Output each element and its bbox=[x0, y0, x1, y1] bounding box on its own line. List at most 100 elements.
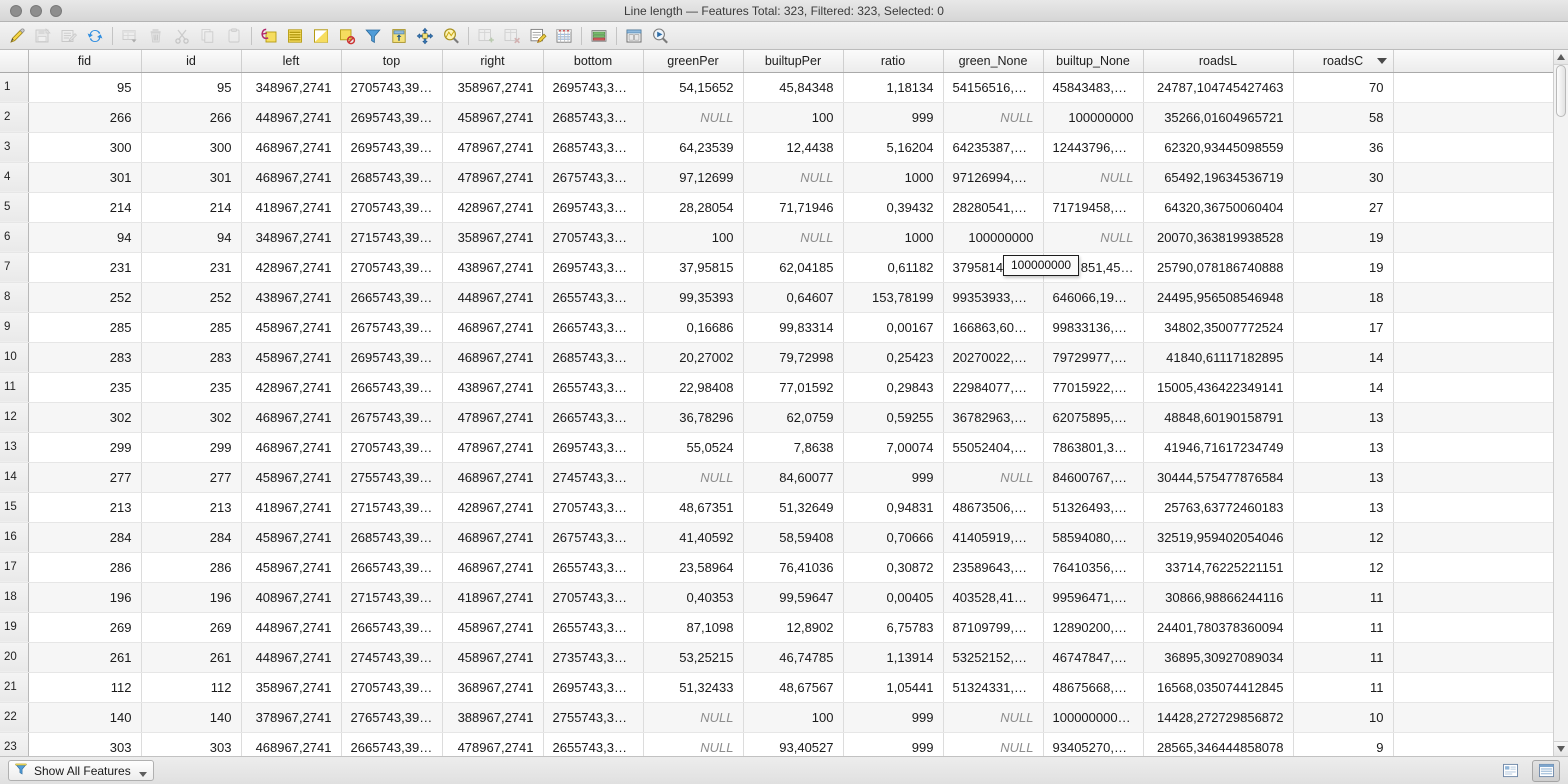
cell-fid[interactable]: 300 bbox=[28, 132, 142, 163]
cell-top[interactable]: 2715743,3923 bbox=[341, 222, 443, 253]
cell-left[interactable]: 448967,2741 bbox=[241, 102, 342, 133]
cell-right[interactable]: 438967,2741 bbox=[442, 372, 544, 403]
cell-greenPer[interactable]: 23,58964 bbox=[643, 552, 744, 583]
cell-fid[interactable]: 269 bbox=[28, 612, 142, 643]
row-number[interactable]: 21 bbox=[0, 672, 29, 703]
cell-builtup_None[interactable]: 100000000 bbox=[1043, 102, 1144, 133]
cell-ratio[interactable]: 999 bbox=[843, 102, 944, 133]
cell-id[interactable]: 303 bbox=[141, 732, 242, 756]
cell-ratio[interactable]: 0,30872 bbox=[843, 552, 944, 583]
cell-roadsL[interactable]: 20070,363819938528 bbox=[1143, 222, 1294, 253]
row-number[interactable]: 16 bbox=[0, 522, 29, 553]
cell-bottom[interactable]: 2685743,3923 bbox=[543, 132, 644, 163]
cell-roadsC[interactable]: 13 bbox=[1293, 432, 1394, 463]
cell-id[interactable]: 269 bbox=[141, 612, 242, 643]
column-header-ratio[interactable]: ratio bbox=[843, 50, 944, 73]
cell-builtup_None[interactable]: 76410356,99… bbox=[1043, 552, 1144, 583]
cell-bottom[interactable]: 2755743,3923 bbox=[543, 702, 644, 733]
cell-roadsL[interactable]: 36895,30927089034 bbox=[1143, 642, 1294, 673]
cell-roadsC[interactable]: 36 bbox=[1293, 132, 1394, 163]
column-header-bottom[interactable]: bottom bbox=[543, 50, 644, 73]
cell-roadsL[interactable]: 62320,93445098559 bbox=[1143, 132, 1294, 163]
row-number[interactable]: 6 bbox=[0, 222, 29, 253]
cell-left[interactable]: 458967,2741 bbox=[241, 522, 342, 553]
cell-builtup_None[interactable]: 99833136,39… bbox=[1043, 312, 1144, 343]
minimize-button[interactable] bbox=[30, 4, 42, 17]
cell-ratio[interactable]: 1000 bbox=[843, 222, 944, 253]
cell-roadsL[interactable]: 25763,63772460183 bbox=[1143, 492, 1294, 523]
cell-builtupPer[interactable]: 48,67567 bbox=[743, 672, 844, 703]
cell-bottom[interactable]: 2705743,3923 bbox=[543, 582, 644, 613]
cell-green_None[interactable]: 64235387,79… bbox=[943, 132, 1044, 163]
cell-roadsC[interactable]: 13 bbox=[1293, 462, 1394, 493]
cell-roadsL[interactable]: 65492,19634536719 bbox=[1143, 162, 1294, 193]
cell-top[interactable]: 2705743,3923 bbox=[341, 252, 443, 283]
cell-right[interactable]: 468967,2741 bbox=[442, 342, 544, 373]
cell-bottom[interactable]: 2685743,3923 bbox=[543, 102, 644, 133]
cell-builtup_None[interactable]: 46747847,58… bbox=[1043, 642, 1144, 673]
attribute-table[interactable]: fid id left top right bottom greenPer builtupPe… bbox=[0, 50, 1553, 756]
row-number[interactable]: 3 bbox=[0, 132, 29, 163]
cell-id[interactable]: 277 bbox=[141, 462, 242, 493]
cell-roadsC[interactable]: 70 bbox=[1293, 72, 1394, 103]
cell-builtup_None[interactable]: 71719458,32… bbox=[1043, 192, 1144, 223]
cell-greenPer[interactable]: 54,15652 bbox=[643, 72, 744, 103]
cell-greenPer[interactable]: 100 bbox=[643, 222, 744, 253]
table-row[interactable]: 10 283 283 458967,2741 2695743,3923 468967,27… bbox=[0, 342, 1553, 373]
cell-builtup_None[interactable]: 12443796,24… bbox=[1043, 132, 1144, 163]
cell-fid[interactable]: 301 bbox=[28, 162, 142, 193]
cell-right[interactable]: 458967,2741 bbox=[442, 642, 544, 673]
cell-roadsC[interactable]: 27 bbox=[1293, 192, 1394, 223]
cell-builtup_None[interactable]: NULL bbox=[1043, 222, 1144, 253]
cell-fid[interactable]: 235 bbox=[28, 372, 142, 403]
row-number[interactable]: 20 bbox=[0, 642, 29, 673]
select-all-icon[interactable] bbox=[282, 24, 308, 48]
cell-builtup_None[interactable]: 99596471,58… bbox=[1043, 582, 1144, 613]
cell-bottom[interactable]: 2695743,3923 bbox=[543, 672, 644, 703]
cell-id[interactable]: 231 bbox=[141, 252, 242, 283]
cell-green_None[interactable]: 51324331,78… bbox=[943, 672, 1044, 703]
cell-roadsL[interactable]: 16568,035074412845 bbox=[1143, 672, 1294, 703]
table-row[interactable]: 23 303 303 468967,2741 2665743,3923 478967,27… bbox=[0, 732, 1553, 756]
cell-green_None[interactable]: 53252152,41… bbox=[943, 642, 1044, 673]
corner-header[interactable] bbox=[0, 50, 29, 73]
cell-builtup_None[interactable]: 100000000,0… bbox=[1043, 702, 1144, 733]
cell-fid[interactable]: 196 bbox=[28, 582, 142, 613]
column-header-top[interactable]: top bbox=[341, 50, 443, 73]
row-number[interactable]: 11 bbox=[0, 372, 29, 403]
cell-green_None[interactable]: 55052404,4… bbox=[943, 432, 1044, 463]
cell-left[interactable]: 438967,2741 bbox=[241, 282, 342, 313]
cell-green_None[interactable]: NULL bbox=[943, 102, 1044, 133]
cell-right[interactable]: 368967,2741 bbox=[442, 672, 544, 703]
cell-roadsC[interactable]: 14 bbox=[1293, 342, 1394, 373]
cell-right[interactable]: 428967,2741 bbox=[442, 492, 544, 523]
cell-id[interactable]: 301 bbox=[141, 162, 242, 193]
cell-bottom[interactable]: 2655743,3923 bbox=[543, 552, 644, 583]
cell-roadsL[interactable]: 24401,780378360094 bbox=[1143, 612, 1294, 643]
row-number[interactable]: 2 bbox=[0, 102, 29, 133]
cell-left[interactable]: 428967,2741 bbox=[241, 252, 342, 283]
table-row[interactable]: 20 261 261 448967,2741 2745743,3923 458967,27… bbox=[0, 642, 1553, 673]
row-number[interactable]: 7 bbox=[0, 252, 29, 283]
cell-fid[interactable]: 266 bbox=[28, 102, 142, 133]
cell-top[interactable]: 2665743,3923 bbox=[341, 282, 443, 313]
cell-id[interactable]: 266 bbox=[141, 102, 242, 133]
cell-roadsL[interactable]: 48848,60190158791 bbox=[1143, 402, 1294, 433]
cell-id[interactable]: 286 bbox=[141, 552, 242, 583]
cell-left[interactable]: 458967,2741 bbox=[241, 462, 342, 493]
cell-builtup_None[interactable]: 84600767,85… bbox=[1043, 462, 1144, 493]
cell-fid[interactable]: 213 bbox=[28, 492, 142, 523]
column-header-right[interactable]: right bbox=[442, 50, 544, 73]
cell-right[interactable]: 478967,2741 bbox=[442, 402, 544, 433]
cell-roadsL[interactable]: 41840,61117182895 bbox=[1143, 342, 1294, 373]
cell-left[interactable]: 458967,2741 bbox=[241, 552, 342, 583]
table-row[interactable]: 1 95 95 348967,2741 2705743,3923 358967,2741 2… bbox=[0, 72, 1553, 103]
cell-top[interactable]: 2745743,3923 bbox=[341, 642, 443, 673]
cell-builtup_None[interactable]: 93405270,58… bbox=[1043, 732, 1144, 756]
cell-left[interactable]: 458967,2741 bbox=[241, 312, 342, 343]
cell-roadsL[interactable]: 64320,36750060404 bbox=[1143, 192, 1294, 223]
cell-top[interactable]: 2695743,3923 bbox=[341, 102, 443, 133]
cell-ratio[interactable]: 0,29843 bbox=[843, 372, 944, 403]
cell-right[interactable]: 358967,2741 bbox=[442, 72, 544, 103]
cell-green_None[interactable]: NULL bbox=[943, 732, 1044, 756]
